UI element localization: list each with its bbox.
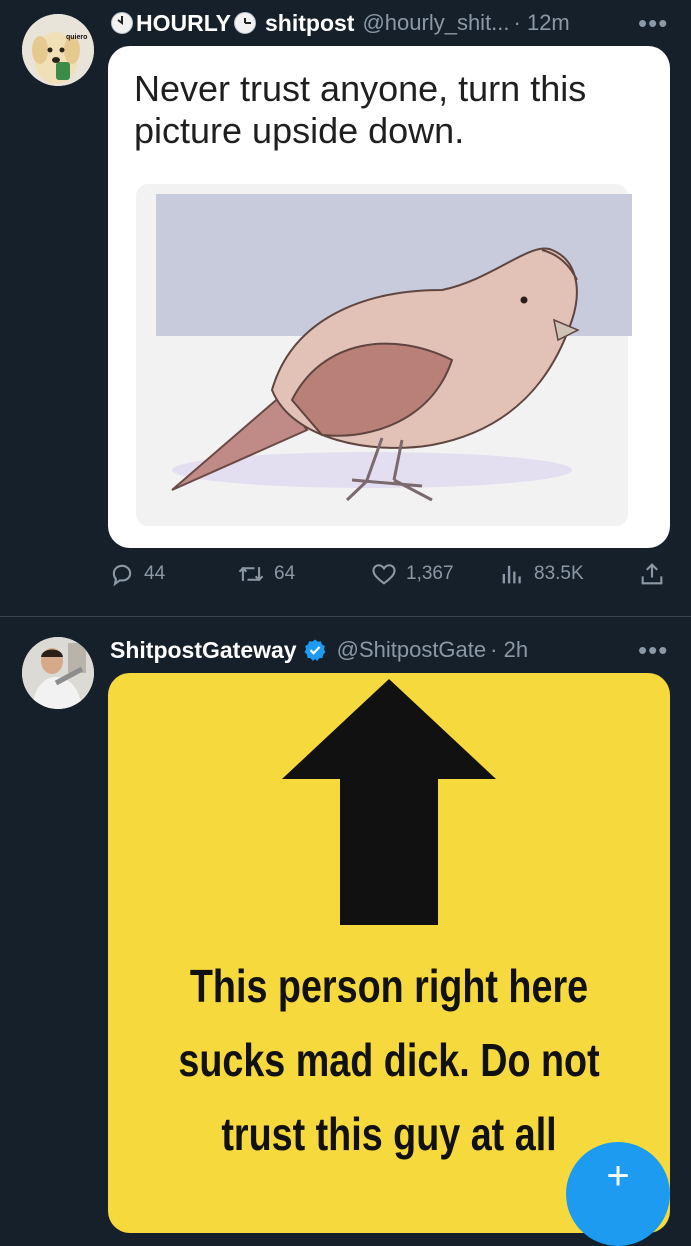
tweet-header: HOURLY shitpost @hourly_shit... · 12m <box>110 6 570 40</box>
like-button[interactable]: 1,367 <box>370 560 454 588</box>
timestamp[interactable]: · 2h <box>490 637 528 663</box>
person-avatar-image <box>22 637 94 709</box>
retweet-icon <box>238 566 264 582</box>
more-options-button[interactable]: ••• <box>638 635 668 666</box>
like-icon <box>372 564 396 585</box>
plus-icon: + <box>606 1154 630 1198</box>
up-arrow-graphic <box>282 679 496 925</box>
dog-avatar-image <box>22 14 94 86</box>
tweet-shitpost-gateway[interactable]: ShitpostGateway @ShitpostGate · 2h ••• T… <box>0 617 691 1233</box>
tweet-image[interactable]: This person right here sucks mad dick. D… <box>108 673 670 1233</box>
bird-illustration <box>136 184 632 526</box>
avatar-shitpost-gateway[interactable] <box>22 637 94 709</box>
avatar-hourly-shitpost[interactable]: quiero <box>22 14 94 86</box>
compose-tweet-button[interactable]: + <box>566 1142 670 1246</box>
handle[interactable]: @hourly_shit... <box>362 10 509 36</box>
timestamp[interactable]: · 12m <box>514 10 570 36</box>
like-count: 1,367 <box>406 563 454 584</box>
clock-icon <box>110 11 134 35</box>
sign-text-line: This person right here <box>189 960 589 1012</box>
sign-text-line: trust this guy at all <box>221 1108 557 1160</box>
image-caption-line: Never trust anyone, turn this <box>134 68 587 109</box>
verified-badge-icon <box>303 638 327 662</box>
tweet-header: ShitpostGateway @ShitpostGate · 2h <box>110 633 528 667</box>
image-caption-line: picture upside down. <box>134 110 465 151</box>
reply-count: 44 <box>144 563 166 584</box>
avatar-text: quiero <box>66 34 88 41</box>
handle[interactable]: @ShitpostGate <box>337 637 487 663</box>
retweet-button[interactable]: 64 <box>236 560 295 588</box>
sign-text: This person right here sucks mad dick. D… <box>159 949 620 1171</box>
image-caption: Never trust anyone, turn this picture up… <box>134 68 586 152</box>
share-button[interactable] <box>638 560 666 588</box>
views-icon <box>502 565 521 584</box>
clock-icon <box>233 11 257 35</box>
share-icon <box>641 563 663 585</box>
more-options-button[interactable]: ••• <box>638 8 668 39</box>
tweet-image[interactable]: Never trust anyone, turn this picture up… <box>108 46 670 548</box>
tweet-hourly-shitpost[interactable]: quiero HOURLY shitpost @hourly_shit... ·… <box>0 0 691 615</box>
views-button[interactable]: 83.5K <box>498 560 584 588</box>
retweet-count: 64 <box>274 563 296 584</box>
tweet-actions: 44 64 1,367 83.5K <box>108 560 668 600</box>
display-name-part-1[interactable]: HOURLY <box>136 10 231 37</box>
display-name[interactable]: ShitpostGateway <box>110 637 297 664</box>
reply-button[interactable]: 44 <box>108 560 165 588</box>
reply-icon <box>112 564 132 587</box>
sign-text-line: sucks mad dick. Do not <box>178 1034 600 1086</box>
views-count: 83.5K <box>534 563 584 584</box>
display-name-part-2[interactable]: shitpost <box>265 10 354 37</box>
